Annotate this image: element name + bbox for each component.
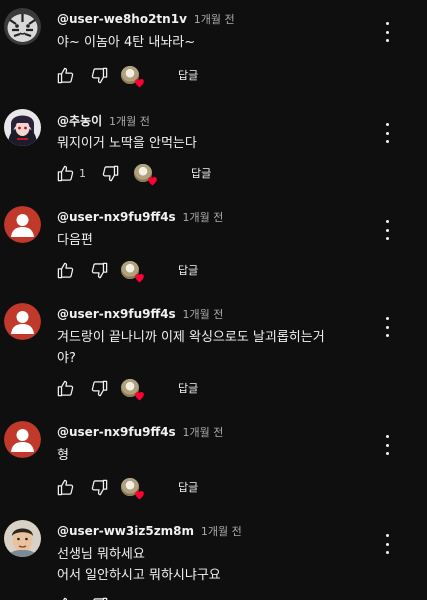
comment-text: 선생님 뭐하세요 어서 일안하시고 뭐하시냐구요 — [57, 544, 372, 586]
more-actions-icon[interactable] — [380, 220, 394, 240]
dislike-icon[interactable] — [89, 595, 109, 600]
avatar[interactable] — [4, 109, 41, 146]
more-actions-icon[interactable] — [380, 317, 394, 337]
comment-actions: 1 답글 — [55, 162, 211, 186]
dislike-icon[interactable] — [89, 260, 109, 280]
reply-button[interactable]: 답글 — [178, 67, 198, 83]
more-actions-icon[interactable] — [380, 22, 394, 42]
creator-heart-badge — [121, 66, 144, 88]
avatar[interactable] — [4, 206, 41, 243]
comment-time[interactable]: 1개월 전 — [201, 525, 242, 538]
creator-heart-badge — [134, 164, 157, 186]
heart-icon — [135, 273, 144, 283]
more-actions-icon[interactable] — [380, 123, 394, 143]
like-icon[interactable] — [55, 260, 75, 280]
avatar[interactable] — [4, 520, 41, 557]
dislike-icon[interactable] — [89, 65, 109, 85]
comment-line: 어서 일안하시고 뭐하시냐구요 — [57, 568, 221, 583]
comment-text: 야~ 이놈아 4탄 내놔라~ — [57, 32, 372, 53]
creator-heart-badge — [121, 261, 144, 283]
comment-line: 뭐지이거 노딱을 안먹는다 — [57, 136, 197, 151]
heart-icon — [135, 490, 144, 500]
comment-actions: 답글 — [55, 476, 198, 500]
comment-actions: 답글 — [55, 64, 198, 88]
like-icon[interactable] — [55, 595, 75, 600]
comment-text: 겨드랑이 끝나니까 이제 왁싱으로도 날괴롭히는거 야? — [57, 327, 372, 369]
comment-line: 형 — [57, 448, 69, 463]
comment-time[interactable]: 1개월 전 — [183, 211, 224, 224]
reply-button[interactable]: 답글 — [191, 165, 211, 181]
comment-time[interactable]: 1개월 전 — [183, 308, 224, 321]
comment-time[interactable]: 1개월 전 — [194, 13, 235, 26]
comment-feed: @user-we8ho2tn1v 1개월 전 야~ 이놈아 4탄 내놔라~ 답글 — [0, 0, 427, 600]
comment-time[interactable]: 1개월 전 — [183, 426, 224, 439]
comment-text: 다음편 — [57, 230, 372, 251]
comment-actions: 답글 — [55, 377, 198, 401]
comment-line: 선생님 뭐하세요 — [57, 547, 145, 562]
like-icon[interactable] — [55, 65, 75, 85]
dislike-icon[interactable] — [89, 378, 109, 398]
dislike-icon[interactable] — [100, 163, 120, 183]
comment-time[interactable]: 1개월 전 — [109, 115, 150, 128]
avatar[interactable] — [4, 8, 41, 45]
avatar[interactable] — [4, 421, 41, 458]
comment-author[interactable]: @user-we8ho2tn1v — [57, 12, 187, 26]
comment-author[interactable]: @user-nx9fu9ff4s — [57, 210, 176, 224]
comment-line: 다음편 — [57, 233, 93, 248]
reply-button[interactable]: 답글 — [178, 262, 198, 278]
comment-text: 뭐지이거 노딱을 안먹는다 — [57, 133, 372, 154]
heart-icon — [148, 176, 157, 186]
avatar[interactable] — [4, 303, 41, 340]
dislike-icon[interactable] — [89, 477, 109, 497]
comment-line: 야~ 이놈아 4탄 내놔라~ — [57, 35, 196, 50]
comment-line: 야? — [57, 351, 76, 366]
creator-heart-badge — [121, 379, 144, 401]
reply-button[interactable]: 답글 — [178, 479, 198, 495]
comment-author[interactable]: @user-ww3iz5zm8m — [57, 524, 194, 538]
like-count: 1 — [79, 166, 86, 180]
comment-author[interactable]: @user-nx9fu9ff4s — [57, 425, 176, 439]
more-actions-icon[interactable] — [380, 534, 394, 554]
comment-text: 형 — [57, 445, 372, 466]
creator-heart-badge — [121, 478, 144, 500]
comment-actions: 답글 — [55, 259, 198, 283]
like-icon[interactable] — [55, 477, 75, 497]
comment-actions — [55, 594, 109, 600]
heart-icon — [135, 391, 144, 401]
heart-icon — [135, 78, 144, 88]
like-icon[interactable] — [55, 163, 75, 183]
comment-line: 겨드랑이 끝나니까 이제 왁싱으로도 날괴롭히는거 — [57, 330, 325, 345]
reply-button[interactable]: 답글 — [178, 380, 198, 396]
more-actions-icon[interactable] — [380, 435, 394, 455]
comment-author[interactable]: @추농이 — [57, 114, 102, 128]
comment-author[interactable]: @user-nx9fu9ff4s — [57, 307, 176, 321]
like-icon[interactable] — [55, 378, 75, 398]
